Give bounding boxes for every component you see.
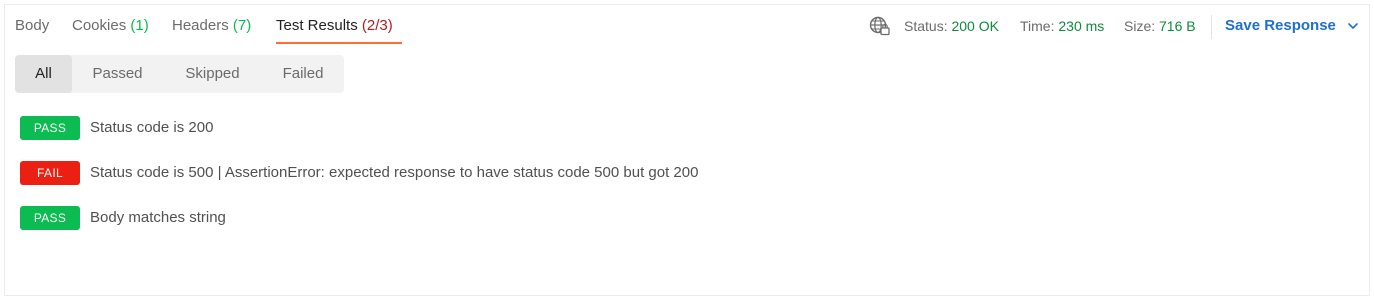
tab-cookies-count: (1)	[130, 17, 149, 34]
active-tab-indicator	[276, 42, 402, 44]
save-response-button[interactable]: Save Response	[1225, 17, 1336, 34]
size-readout: Size: 716 B	[1124, 18, 1196, 34]
response-panel: Body Cookies (1) Headers (7) Test Result…	[4, 4, 1370, 296]
test-results-filter: All Passed Skipped Failed	[15, 55, 344, 93]
tab-body[interactable]: Body	[15, 17, 49, 34]
time-label: Time:	[1020, 18, 1055, 34]
response-tabbar: Body Cookies (1) Headers (7) Test Result…	[5, 5, 1369, 45]
tab-test-results[interactable]: Test Results (2/3)	[276, 17, 393, 34]
tab-body-label: Body	[15, 17, 50, 34]
filter-all[interactable]: All	[15, 55, 72, 93]
fail-badge: FAIL	[20, 161, 80, 185]
status-label: Status:	[904, 18, 948, 34]
toolbar-divider	[1211, 15, 1212, 39]
time-value[interactable]: 230 ms	[1058, 18, 1104, 34]
test-result-text: Status code is 500 | AssertionError: exp…	[90, 164, 699, 181]
status-readout: Status: 200 OK	[904, 18, 999, 34]
tab-cookies-label: Cookies	[72, 17, 127, 34]
save-response-label: Save Response	[1225, 17, 1336, 34]
chevron-down-icon[interactable]	[1347, 19, 1359, 31]
test-result-text: Status code is 200	[90, 119, 214, 136]
size-label: Size:	[1124, 18, 1156, 34]
tab-headers[interactable]: Headers (7)	[172, 17, 251, 34]
pass-badge: PASS	[20, 206, 80, 230]
filter-skipped[interactable]: Skipped	[163, 55, 262, 93]
tab-headers-count: (7)	[232, 17, 252, 34]
tab-test-results-count: (2/3)	[361, 17, 393, 34]
time-readout: Time: 230 ms	[1020, 18, 1104, 34]
tab-cookies[interactable]: Cookies (1)	[72, 17, 149, 34]
globe-lock-icon[interactable]	[869, 16, 891, 36]
filter-passed[interactable]: Passed	[72, 55, 163, 93]
tab-headers-label: Headers	[172, 17, 229, 34]
test-result-text: Body matches string	[90, 209, 226, 226]
filter-failed[interactable]: Failed	[262, 55, 344, 93]
pass-badge: PASS	[20, 116, 80, 140]
tab-test-results-label: Test Results	[276, 17, 358, 34]
status-value[interactable]: 200 OK	[951, 18, 998, 34]
size-value[interactable]: 716 B	[1159, 18, 1196, 34]
